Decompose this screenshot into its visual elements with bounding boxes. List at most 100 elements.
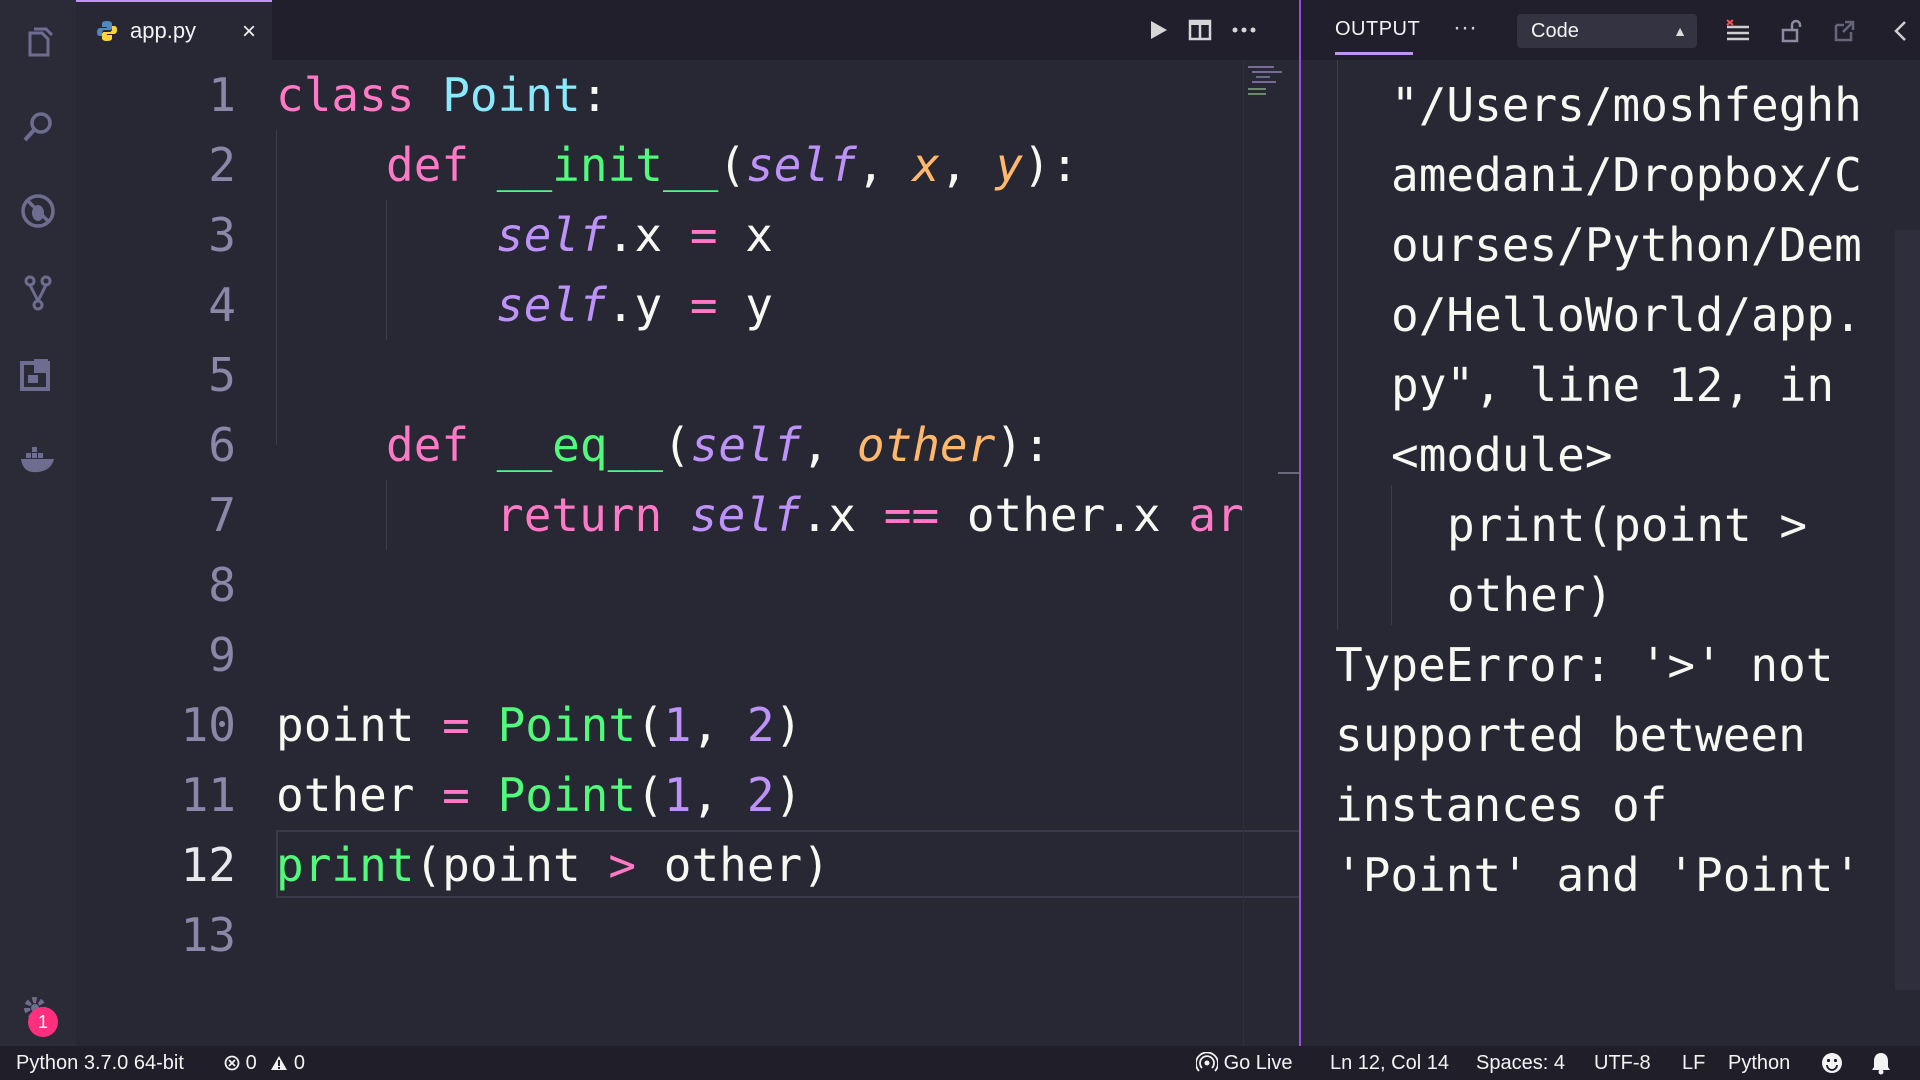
- token-function: Point: [497, 698, 637, 752]
- token-number: 2: [746, 698, 775, 752]
- feedback-button[interactable]: [1820, 1046, 1844, 1080]
- token-keyword: def: [386, 138, 470, 192]
- token-param: x: [912, 138, 940, 192]
- token-punct: ): [774, 698, 803, 752]
- minimap-scroll-marker: [1278, 472, 1300, 474]
- token-number: 2: [746, 768, 775, 822]
- explorer-button[interactable]: [0, 10, 76, 80]
- encoding[interactable]: UTF-8: [1594, 1046, 1651, 1080]
- clear-output-icon: [1726, 19, 1749, 41]
- split-editor-button[interactable]: [1182, 12, 1218, 48]
- language-mode[interactable]: Python: [1728, 1046, 1790, 1080]
- token-param: other: [856, 418, 996, 472]
- go-live-button[interactable]: Go Live: [1195, 1046, 1293, 1080]
- python-interpreter[interactable]: Python 3.7.0 64-bit: [16, 1046, 184, 1080]
- editor-tab-bar: app.py ×: [76, 0, 1299, 60]
- token-self: self: [746, 138, 857, 192]
- collapse-panel-button[interactable]: [1885, 16, 1915, 46]
- notifications-button[interactable]: [1870, 1046, 1892, 1080]
- output-line: other): [1447, 568, 1614, 622]
- notification-badge: 1: [28, 1007, 58, 1037]
- code-line-6: def __eq__(self, other):: [386, 410, 1051, 480]
- cursor-position[interactable]: Ln 12, Col 14: [1330, 1046, 1449, 1080]
- extensions-button[interactable]: [0, 340, 76, 410]
- output-channel-value: Code: [1531, 20, 1579, 42]
- indentation[interactable]: Spaces: 4: [1476, 1046, 1565, 1080]
- line-number: 9: [208, 628, 236, 682]
- token-punct: (: [662, 418, 691, 472]
- token-function: __init__: [496, 138, 719, 192]
- output-line: py", line 12, in: [1391, 358, 1835, 412]
- end-of-line[interactable]: LF: [1682, 1046, 1705, 1080]
- token-name: (point: [414, 838, 609, 892]
- error-icon: [224, 1055, 240, 1071]
- line-number: 11: [180, 768, 236, 822]
- code-line-11: other = Point(1, 2): [276, 760, 802, 830]
- output-line: "/Users/moshfeghh: [1391, 78, 1862, 132]
- files-icon: [28, 27, 54, 57]
- open-log-button[interactable]: [1829, 16, 1859, 46]
- tab-label: app.py: [130, 18, 197, 43]
- line-number: 6: [208, 418, 236, 472]
- token-punct: ):: [995, 418, 1051, 472]
- token-name: x: [717, 208, 773, 262]
- indent-guide: [386, 200, 387, 340]
- line-number: 7: [208, 488, 236, 542]
- tab-app-py[interactable]: app.py ×: [76, 0, 272, 60]
- editor-area: app.py × 1 2 3 4 5 6 7 8 9 10 11 12 13 c…: [76, 0, 1319, 1046]
- token-punct: ,: [691, 698, 747, 752]
- output-line: supported between: [1335, 708, 1806, 762]
- broadcast-icon: [1195, 1051, 1219, 1072]
- token-self: self: [689, 488, 801, 542]
- token-operator: =: [689, 278, 718, 332]
- token-attr: .x: [800, 488, 884, 542]
- code-editor[interactable]: class Point: def __init__(self, x, y): s…: [276, 60, 1319, 960]
- token-keyword: class: [276, 68, 415, 122]
- code-line-7: return self.x == other.x ar: [496, 480, 1244, 550]
- token-name: other): [636, 838, 830, 892]
- indent-guide: [386, 480, 387, 550]
- line-number: 10: [180, 698, 236, 752]
- output-channel-select[interactable]: Code ▲: [1517, 14, 1697, 48]
- docker-button[interactable]: [0, 424, 76, 494]
- minimap-line: [1248, 88, 1266, 90]
- token-operator: =: [689, 208, 718, 262]
- token-function: print: [276, 838, 415, 892]
- line-number: 13: [180, 908, 236, 962]
- search-button[interactable]: [0, 92, 76, 162]
- close-icon[interactable]: ×: [242, 18, 256, 46]
- debug-icon: [21, 194, 55, 228]
- lock-icon: [1781, 19, 1802, 43]
- code-line-3: self.x = x: [496, 200, 773, 270]
- panel-more-icon[interactable]: ···: [1453, 14, 1477, 42]
- run-button[interactable]: [1140, 12, 1176, 48]
- token-punct: ,: [691, 768, 747, 822]
- code-line-12: print(point > other): [276, 830, 830, 900]
- line-number-current: 12: [180, 838, 236, 892]
- lock-scroll-button[interactable]: [1777, 16, 1807, 46]
- token-keyword: return: [496, 488, 663, 542]
- output-line: amedani/Dropbox/C: [1391, 148, 1862, 202]
- status-bar: Python 3.7.0 64-bit 0 0 Go Live Ln 12, C…: [0, 1046, 1920, 1080]
- source-control-icon: [24, 275, 52, 311]
- debug-button[interactable]: [0, 176, 76, 246]
- minimap[interactable]: [1243, 60, 1300, 1046]
- output-scrollbar[interactable]: [1895, 230, 1920, 990]
- split-editor-icon: [1188, 19, 1212, 41]
- output-content[interactable]: "/Users/moshfeghh amedani/Dropbox/C ours…: [1301, 60, 1901, 1046]
- clear-output-button[interactable]: [1723, 16, 1753, 46]
- extensions-icon: [20, 359, 50, 391]
- line-number: 4: [208, 278, 236, 332]
- token-number: 1: [663, 768, 692, 822]
- smiley-icon: [1822, 1053, 1842, 1073]
- tab-output[interactable]: OUTPUT: [1335, 18, 1420, 41]
- editor-more-button[interactable]: [1226, 12, 1262, 48]
- source-control-button[interactable]: [0, 258, 76, 328]
- token-attr: .x: [606, 208, 690, 262]
- token-punct: :: [580, 68, 609, 122]
- error-count: 0: [245, 1052, 257, 1074]
- problems-indicator[interactable]: 0 0: [224, 1046, 305, 1080]
